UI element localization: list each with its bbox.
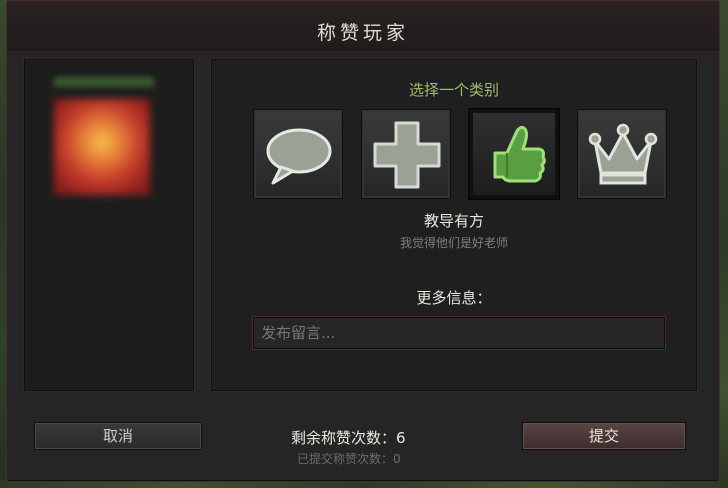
submit-button[interactable]: 提交 [522, 422, 686, 450]
remaining-honors-label: 剩余称赞次数： [291, 429, 397, 447]
choose-category-label: 选择一个类别 [408, 81, 499, 99]
message-input[interactable] [252, 316, 666, 350]
player-panel [23, 58, 195, 392]
remaining-honors: 剩余称赞次数：6 [291, 427, 406, 448]
crown-icon [588, 123, 658, 185]
honor-player-dialog: 称赞玩家 选择一个类别 教导有方 我觉得他们是好老师 更多信息： 发布留言...… [6, 0, 720, 482]
category-panel: 选择一个类别 教导有方 我觉得他们是好老师 更多信息： 发布留言... [210, 58, 698, 392]
plus-cross-icon [373, 121, 441, 189]
player-avatar-icon [54, 99, 150, 195]
remaining-honors-count: 6 [396, 429, 406, 447]
category-button-crown[interactable] [577, 109, 667, 199]
dialog-titlebar: 称赞玩家 [7, 1, 719, 52]
category-button-thumbs-up[interactable] [469, 109, 559, 199]
category-button-plus[interactable] [361, 109, 451, 199]
dialog-body: 选择一个类别 教导有方 我觉得他们是好老师 更多信息： 发布留言... 取消 剩… [7, 52, 719, 480]
speech-bubble-icon [266, 128, 332, 185]
more-info-label: 更多信息： [416, 289, 492, 307]
player-name-blurred [54, 77, 154, 87]
category-button-speech[interactable] [253, 109, 343, 199]
selected-category-description: 我觉得他们是好老师 [399, 236, 508, 250]
thumbs-up-icon [493, 125, 546, 183]
selected-category-title: 教导有方 [423, 212, 484, 230]
cancel-button[interactable]: 取消 [34, 422, 202, 450]
submitted-honors-label: 已提交称赞次数： [297, 452, 394, 466]
dialog-title: 称赞玩家 [316, 22, 409, 44]
submitted-honors-count: 0 [393, 452, 401, 466]
submitted-honors: 已提交称赞次数：0 [297, 450, 401, 467]
